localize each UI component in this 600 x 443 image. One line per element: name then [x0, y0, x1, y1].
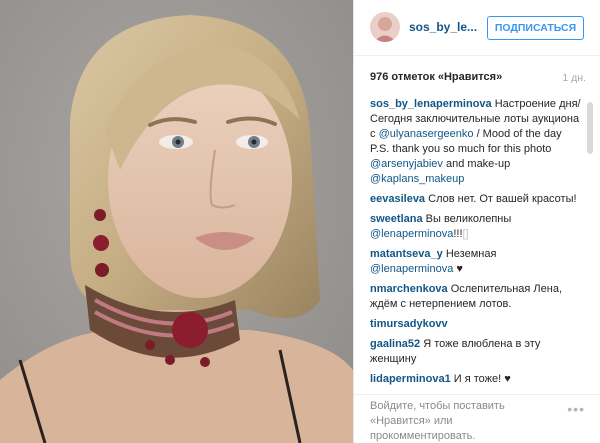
caption: sos_by_lenaperminova Настроение дня/ Сег…: [370, 97, 582, 187]
comment-text: И я тоже! ♥: [450, 373, 511, 385]
mention-link[interactable]: @kaplans_makeup: [370, 173, 464, 185]
post-panel: sos_by_le... ПОДПИСАТЬСЯ 976 отметок «Нр…: [353, 0, 600, 443]
post-header: sos_by_le... ПОДПИСАТЬСЯ: [354, 0, 600, 56]
comment-author[interactable]: lidaperminova1: [370, 373, 451, 385]
login-prompt: Войдите, чтобы поставить «Нравится» или …: [370, 399, 550, 443]
comment-author[interactable]: nmarchenkova: [370, 283, 448, 295]
comment: lidaperminova1 И я тоже! ♥: [370, 372, 582, 387]
comment-suffix: ♥: [453, 263, 463, 275]
mention-link[interactable]: @lenaperminova: [370, 263, 453, 275]
comment-author[interactable]: matantseva_y: [370, 248, 443, 260]
mention-link[interactable]: @lenaperminova: [370, 228, 453, 240]
mention-link[interactable]: @ulyanasergeenko: [379, 128, 474, 140]
comment: eevasileva Слов нет. От вашей красоты!: [370, 192, 582, 207]
profile-avatar[interactable]: [370, 12, 400, 42]
instagram-post: sos_by_le... ПОДПИСАТЬСЯ 976 отметок «Нр…: [0, 0, 600, 443]
username-link[interactable]: sos_by_le...: [409, 20, 477, 34]
comment-suffix: !!!: [453, 228, 463, 240]
comments-list: sos_by_lenaperminova Настроение дня/ Сег…: [370, 97, 582, 393]
mention-link[interactable]: @arsenyjabiev: [370, 158, 443, 170]
follow-button[interactable]: ПОДПИСАТЬСЯ: [487, 16, 584, 40]
likes-count[interactable]: 976 отметок «Нравится»: [370, 71, 502, 83]
avatar-icon: [370, 12, 400, 42]
comment-author[interactable]: sweetlana: [370, 213, 423, 225]
comment: nmarchenkova Ослепительная Лена, ждём с …: [370, 282, 582, 312]
comment-text: Неземная: [442, 248, 497, 260]
post-photo[interactable]: [0, 0, 353, 443]
login-link[interactable]: Войдите: [370, 400, 413, 412]
caption-author[interactable]: sos_by_lenaperminova: [370, 98, 492, 110]
more-options-icon[interactable]: •••: [567, 401, 585, 417]
post-footer: Войдите, чтобы поставить «Нравится» или …: [354, 394, 600, 443]
comment-author[interactable]: timursadykovv: [370, 318, 448, 330]
comment: gaalina52 Я тоже влюблена в эту женщину: [370, 337, 582, 367]
comment-text: Слов нет. От вашей красоты!: [425, 193, 577, 205]
comment-author[interactable]: eevasileva: [370, 193, 425, 205]
comment: matantseva_y Неземная @lenaperminova ♥: [370, 247, 582, 277]
comment-text: Вы великолепны: [422, 213, 512, 225]
comment: sweetlana Вы великолепны @lenaperminova!…: [370, 212, 582, 242]
missing-emoji: []: [462, 228, 469, 240]
comment: timursadykovv: [370, 317, 582, 332]
caption-text-3: and make-up: [442, 158, 511, 170]
comments-scrollbar[interactable]: [587, 102, 593, 394]
portrait-image: [0, 0, 353, 443]
comment-author[interactable]: gaalina52: [370, 338, 420, 350]
scrollbar-thumb[interactable]: [587, 102, 593, 154]
comment: anastasiagol [][]♥: [370, 392, 582, 393]
post-time[interactable]: 1 дн.: [562, 72, 586, 84]
